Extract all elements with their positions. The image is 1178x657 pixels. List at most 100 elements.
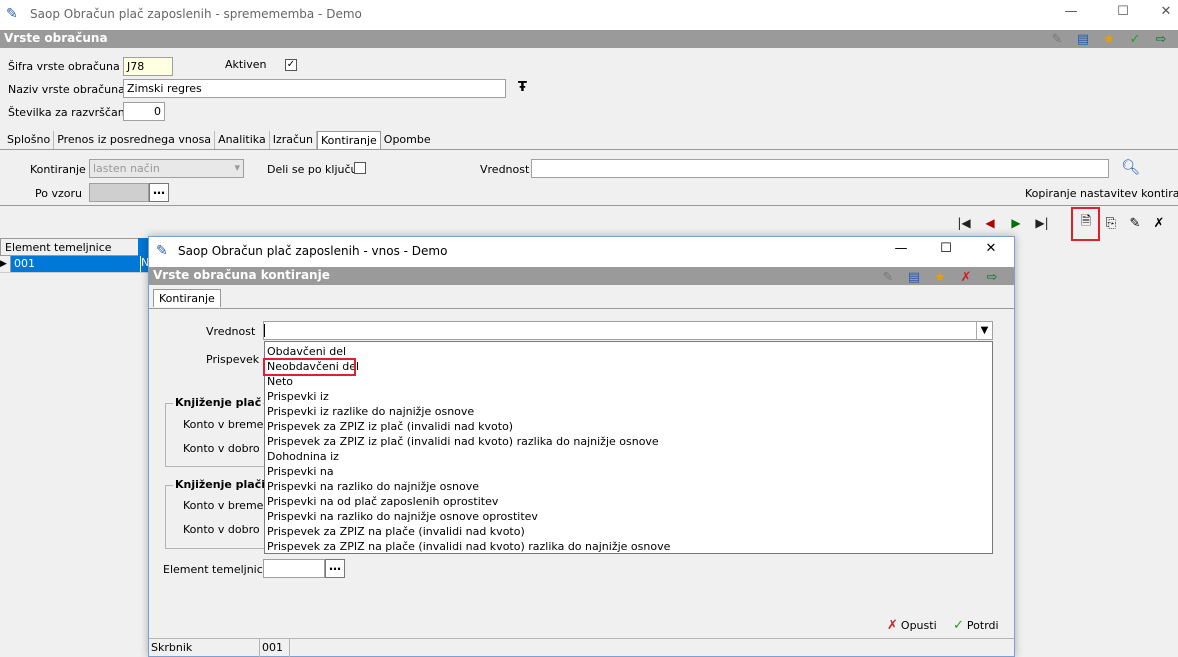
record-nav: |◀ ◀ ▶ ▶| <box>955 214 1051 232</box>
list-item[interactable]: Prispevek za ZPIZ iz plač (invalidi nad … <box>265 419 992 434</box>
list-item[interactable]: Prispevki iz razlike do najnižje osnove <box>265 404 992 419</box>
list-item[interactable]: Prispevki na razliko do najnižje osnove … <box>265 509 992 524</box>
grid-column-header-2[interactable] <box>138 238 148 256</box>
dialog-app-icon: ✎ <box>156 243 168 259</box>
vrednost-dropdown-list: Obdavčeni del Neobdavčeni del Neto Prisp… <box>264 341 993 554</box>
confirm-button[interactable]: ✓ Potrdi <box>953 618 999 633</box>
cancel-button[interactable]: ✗ Opusti <box>887 618 937 633</box>
search-icon[interactable]: 🔍︎ <box>1121 158 1140 176</box>
list-item[interactable]: Dohodnina iz <box>265 449 992 464</box>
exit-icon[interactable]: ⇨ <box>1152 30 1170 48</box>
sifra-input[interactable]: J78 <box>123 57 173 76</box>
element-input[interactable] <box>263 559 325 578</box>
stevilka-label: Številka za razvrščanje <box>8 106 135 119</box>
maximize-button[interactable]: ☐ <box>1112 4 1134 24</box>
grid-cell[interactable]: 001 <box>11 256 140 272</box>
dialog-list-icon[interactable]: ▤ <box>905 268 923 286</box>
confirm-label: Potrdi <box>966 619 999 632</box>
font-icon[interactable]: Ŧ <box>518 80 527 95</box>
dialog-vrednost-combo[interactable]: ▼ <box>263 321 993 340</box>
new-record-icon[interactable]: 🗎︎ <box>1077 214 1095 232</box>
list-item[interactable]: Prispevek za ZPIZ na plače (invalidi nad… <box>265 539 992 554</box>
close-button[interactable]: ✕ <box>1155 4 1177 24</box>
first-record-icon[interactable]: |◀ <box>955 214 973 232</box>
status-divider <box>259 639 260 657</box>
aktiven-checkbox[interactable]: ✓ <box>285 59 297 71</box>
kontiranje-label: Kontiranje <box>30 163 86 176</box>
list-item[interactable]: Prispevek za ZPIZ na plače (invalidi nad… <box>265 524 992 539</box>
prev-record-icon[interactable]: ◀ <box>981 214 999 232</box>
deli-label: Deli se po ključu <box>267 163 358 176</box>
delete-record-icon[interactable]: ✗ <box>1150 214 1168 232</box>
section-divider <box>0 205 1178 206</box>
dialog-close-button[interactable]: ✕ <box>980 241 1002 261</box>
grid-column-header[interactable]: Element temeljnice <box>0 238 150 256</box>
list-item[interactable]: Prispevki iz <box>265 389 992 404</box>
list-item[interactable]: Prispevki na razliko do najnižje osnove <box>265 479 992 494</box>
list-item[interactable]: Prispevki na od plač zaposlenih oprostit… <box>265 494 992 509</box>
konto-breme-label: Konto v breme <box>183 418 264 431</box>
dialog-tab-kontiranje[interactable]: Kontiranje <box>153 289 221 307</box>
dialog-status-bar: Skrbnik 001 <box>149 638 1014 657</box>
tab-analitika[interactable]: Analitika <box>215 131 270 149</box>
dialog-exit-icon[interactable]: ⇨ <box>983 268 1001 286</box>
dialog-vrednost-label: Vrednost <box>206 325 256 338</box>
copy-record-icon[interactable]: ⎘ <box>1102 214 1120 232</box>
main-tabs: Splošno Prenos iz posrednega vnosa Anali… <box>4 131 434 149</box>
tab-divider <box>0 149 1178 150</box>
cancel-icon: ✗ <box>887 618 898 633</box>
list-item[interactable]: Obdavčeni del <box>265 344 992 359</box>
tab-prenos[interactable]: Prenos iz posrednega vnosa <box>54 131 216 149</box>
tab-izracun[interactable]: Izračun <box>270 131 317 149</box>
naziv-input[interactable]: Zimski regres <box>123 79 506 98</box>
vrednost-label: Vrednost <box>480 163 530 176</box>
edit-record-icon[interactable]: ✎ <box>1126 214 1144 232</box>
dialog-chevron-down-icon[interactable]: ▼ <box>976 322 992 339</box>
status-divider-2 <box>289 639 290 657</box>
list-item[interactable]: Neto <box>265 374 992 389</box>
status-value: 001 <box>262 641 283 654</box>
dialog-minimize-button[interactable]: — <box>890 241 912 261</box>
vrednost-input[interactable] <box>531 159 1109 178</box>
dialog-tab-divider <box>149 308 1014 309</box>
star-icon[interactable]: ★ <box>1100 30 1118 48</box>
table-row[interactable]: ▶ 001 Ne <box>0 256 150 273</box>
dialog-toolbar: ✎ ▤ ★ ✗ ⇨ <box>879 268 1001 286</box>
knjizenje-placil-label: Knjiženje plačil <box>173 478 271 491</box>
deli-checkbox[interactable] <box>354 162 366 174</box>
kontiranje-select[interactable]: lasten način ▾ <box>89 159 244 178</box>
knjizenje-plac-label: Knjiženje plač <box>173 396 264 409</box>
kontiranje-dialog: ✎ Saop Obračun plač zaposlenih - vnos - … <box>148 236 1015 657</box>
tab-kontiranje[interactable]: Kontiranje <box>316 131 381 149</box>
list-item[interactable]: Prispevek za ZPIZ iz plač (invalidi nad … <box>265 434 992 449</box>
element-browse-button[interactable]: … <box>325 559 345 578</box>
main-title-bar: ✎ Saop Obračun plač zaposlenih - spremem… <box>0 0 1178 30</box>
stevilka-input[interactable]: 0 <box>123 102 165 121</box>
row-pointer-icon: ▶ <box>0 256 11 272</box>
minimize-button[interactable]: — <box>1060 4 1082 24</box>
tab-splosno[interactable]: Splošno <box>4 131 55 149</box>
approve-icon[interactable]: ✓ <box>1126 30 1144 48</box>
list-icon[interactable]: ▤ <box>1074 30 1092 48</box>
po-vzoru-label: Po vzoru <box>35 187 82 200</box>
confirm-icon: ✓ <box>953 618 964 633</box>
dialog-edit-icon[interactable]: ✎ <box>879 268 897 286</box>
kopiranje-link[interactable]: Kopiranje nastavitev kontiranja <box>1025 187 1178 200</box>
dialog-delete-icon[interactable]: ✗ <box>957 268 975 286</box>
po-vzoru-browse-button[interactable]: … <box>149 183 169 202</box>
konto-dobro2-label: Konto v dobro <box>183 523 260 536</box>
konto-breme2-label: Konto v breme <box>183 499 264 512</box>
dialog-maximize-button[interactable]: ☐ <box>935 241 957 261</box>
knjizenje-plac-group <box>165 403 265 467</box>
chevron-down-icon: ▾ <box>234 161 240 174</box>
dialog-star-icon[interactable]: ★ <box>931 268 949 286</box>
edit-icon[interactable]: ✎ <box>1048 30 1066 48</box>
list-item[interactable]: Prispevki na <box>265 464 992 479</box>
list-item[interactable]: Neobdavčeni del <box>265 359 992 374</box>
po-vzoru-input[interactable] <box>89 183 149 202</box>
last-record-icon[interactable]: ▶| <box>1033 214 1051 232</box>
next-record-icon[interactable]: ▶ <box>1007 214 1025 232</box>
text-cursor <box>264 324 265 337</box>
naziv-label: Naziv vrste obračuna <box>8 83 125 96</box>
tab-opombe[interactable]: Opombe <box>381 131 434 149</box>
